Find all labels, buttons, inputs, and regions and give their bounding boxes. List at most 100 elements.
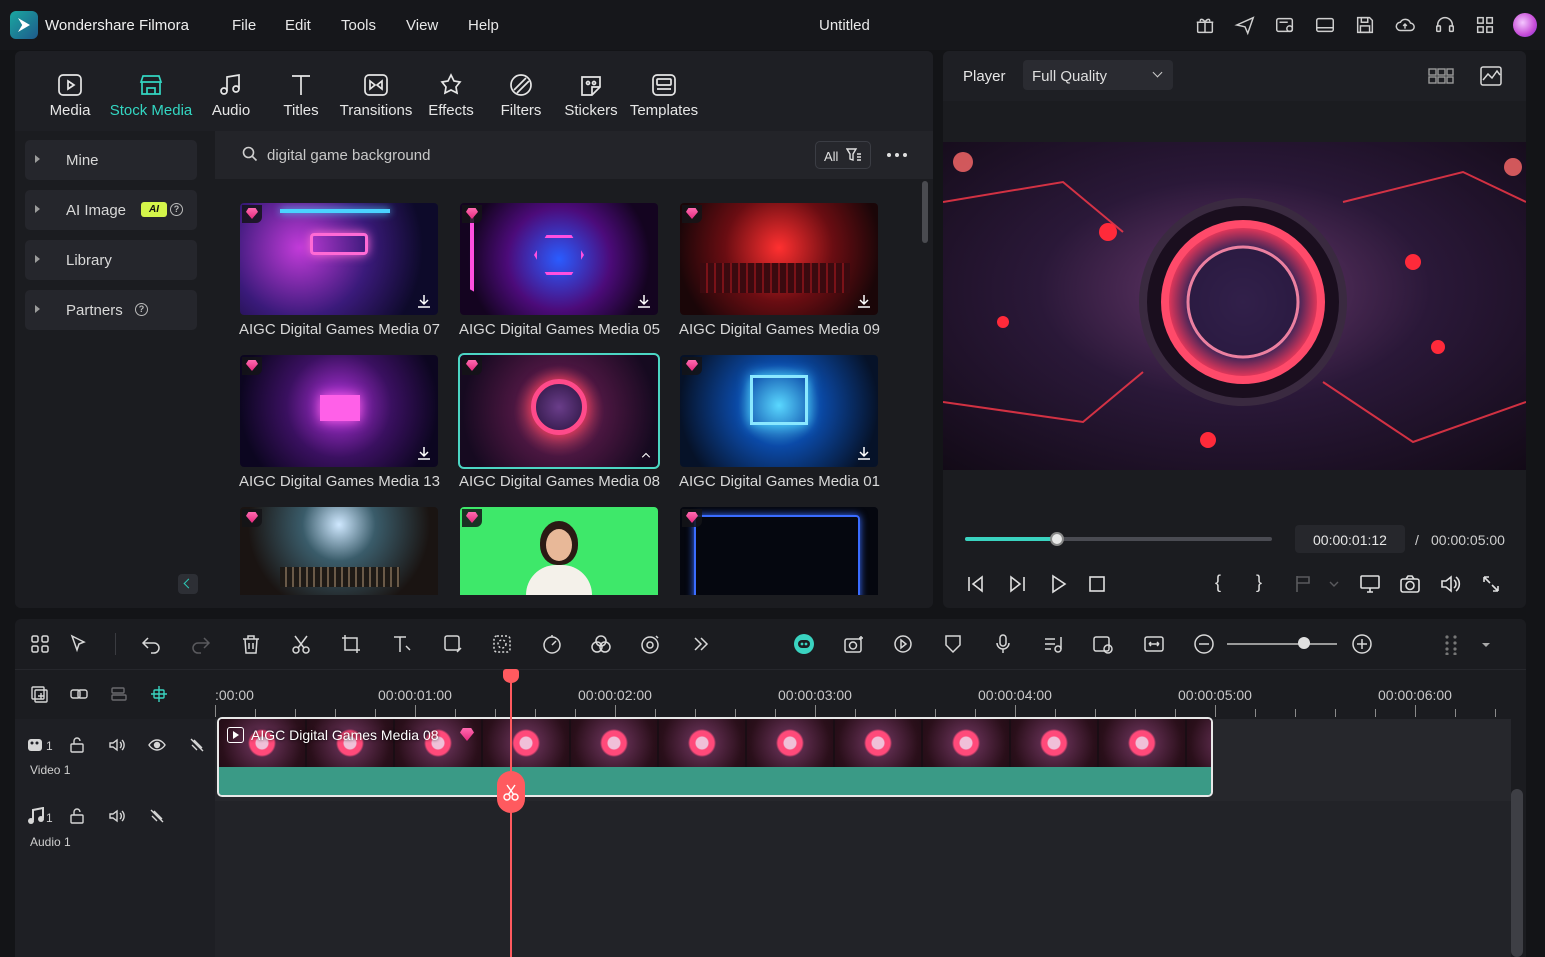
media-thumbnail[interactable] bbox=[680, 203, 878, 315]
audio-mixer-icon[interactable] bbox=[1042, 633, 1064, 655]
track-settings-icon[interactable] bbox=[188, 736, 206, 754]
waveform-scope-icon[interactable] bbox=[1479, 65, 1503, 87]
quality-dropdown[interactable]: Full Quality bbox=[1023, 60, 1173, 90]
sidebar-item-mine[interactable]: Mine bbox=[25, 140, 197, 180]
collapse-sidebar-button[interactable] bbox=[178, 574, 198, 594]
playhead[interactable] bbox=[510, 675, 512, 957]
tab-titles[interactable]: Titles bbox=[279, 51, 323, 131]
display-settings-button[interactable] bbox=[1359, 573, 1381, 595]
tab-media[interactable]: Media bbox=[44, 51, 96, 131]
track-settings-icon[interactable] bbox=[148, 807, 166, 825]
track-layout-icon[interactable] bbox=[110, 685, 128, 703]
color-icon[interactable] bbox=[590, 633, 612, 655]
playhead-handle[interactable] bbox=[503, 669, 519, 683]
volume-button[interactable] bbox=[1439, 573, 1461, 595]
download-icon[interactable] bbox=[856, 445, 872, 461]
media-thumbnail-selected[interactable] bbox=[458, 353, 660, 469]
split-scissors-icon[interactable] bbox=[290, 633, 312, 655]
crop-icon[interactable] bbox=[340, 633, 362, 655]
mark-shield-icon[interactable] bbox=[942, 633, 964, 655]
tab-stickers[interactable]: Stickers bbox=[564, 51, 618, 131]
delete-icon[interactable] bbox=[240, 633, 262, 655]
split-at-playhead-button[interactable] bbox=[497, 771, 525, 813]
undo-icon[interactable] bbox=[140, 633, 162, 655]
render-preview-icon[interactable] bbox=[892, 633, 914, 655]
play-button[interactable] bbox=[1047, 573, 1069, 595]
mark-out-button[interactable]: } bbox=[1256, 572, 1262, 593]
media-thumbnail[interactable] bbox=[680, 355, 878, 467]
send-icon[interactable] bbox=[1234, 14, 1256, 36]
sidebar-item-partners[interactable]: Partners ? bbox=[25, 290, 197, 330]
tab-effects[interactable]: Effects bbox=[427, 51, 475, 131]
gift-icon[interactable] bbox=[1194, 14, 1216, 36]
more-options-button[interactable] bbox=[885, 145, 909, 165]
link-icon[interactable] bbox=[70, 685, 88, 703]
grip-icon[interactable] bbox=[1440, 633, 1462, 656]
filter-button[interactable]: All bbox=[815, 141, 871, 169]
tab-filters[interactable]: Filters bbox=[499, 51, 543, 131]
record-voiceover-icon[interactable] bbox=[992, 633, 1014, 655]
prev-frame-button[interactable] bbox=[965, 573, 987, 595]
zoom-in-icon[interactable] bbox=[1351, 633, 1373, 655]
ai-copilot-icon[interactable] bbox=[793, 633, 815, 655]
mute-icon[interactable] bbox=[108, 736, 126, 754]
fullscreen-button[interactable] bbox=[1480, 573, 1502, 595]
redo-icon[interactable] bbox=[190, 633, 212, 655]
ai-cutout-icon[interactable] bbox=[491, 633, 513, 655]
download-icon[interactable] bbox=[856, 293, 872, 309]
current-time-field[interactable]: 00:00:01:12 bbox=[1295, 525, 1405, 553]
text-tool-icon[interactable] bbox=[391, 633, 413, 655]
sidebar-item-library[interactable]: Library bbox=[25, 240, 197, 280]
menu-help[interactable]: Help bbox=[468, 17, 499, 34]
ai-tools-icon[interactable] bbox=[640, 633, 662, 655]
layout-icon[interactable] bbox=[1314, 14, 1336, 36]
zoom-slider[interactable] bbox=[1227, 643, 1337, 645]
media-thumbnail[interactable] bbox=[240, 355, 438, 467]
menu-edit[interactable]: Edit bbox=[285, 17, 311, 34]
lock-icon[interactable] bbox=[68, 736, 86, 754]
timeline-ruler[interactable]: :00:00 00:00:01:00 00:00:02:00 00:00:03:00 0… bbox=[215, 679, 1515, 719]
mark-in-button[interactable]: { bbox=[1215, 572, 1221, 593]
chevron-up-icon[interactable] bbox=[640, 449, 652, 461]
media-thumbnail[interactable] bbox=[460, 507, 658, 595]
media-thumbnail[interactable] bbox=[460, 203, 658, 315]
help-icon[interactable]: ? bbox=[135, 303, 148, 316]
caret-down-icon[interactable] bbox=[1475, 633, 1490, 655]
next-frame-button[interactable] bbox=[1006, 573, 1028, 595]
marker-dropdown[interactable] bbox=[1323, 573, 1339, 595]
projects-icon[interactable] bbox=[1274, 14, 1296, 36]
auto-enhance-icon[interactable] bbox=[843, 633, 865, 655]
help-icon[interactable]: ? bbox=[170, 203, 183, 216]
timeline-scrollbar[interactable] bbox=[1511, 789, 1523, 957]
download-icon[interactable] bbox=[636, 293, 652, 309]
shape-mask-icon[interactable] bbox=[442, 633, 464, 655]
download-icon[interactable] bbox=[416, 293, 432, 309]
apps-icon[interactable] bbox=[1474, 14, 1496, 36]
support-icon[interactable] bbox=[1434, 14, 1456, 36]
zoom-slider-handle[interactable] bbox=[1298, 637, 1310, 649]
menu-file[interactable]: File bbox=[232, 17, 256, 34]
tab-transitions[interactable]: Transitions bbox=[339, 51, 413, 131]
menu-tools[interactable]: Tools bbox=[341, 17, 376, 34]
mute-icon[interactable] bbox=[108, 807, 126, 825]
avatar[interactable] bbox=[1513, 13, 1537, 37]
speed-icon[interactable] bbox=[541, 633, 563, 655]
sidebar-item-ai-image[interactable]: AI Image AI ? bbox=[25, 190, 197, 230]
menu-view[interactable]: View bbox=[406, 17, 438, 34]
cloud-icon[interactable] bbox=[1394, 14, 1416, 36]
stop-button[interactable] bbox=[1086, 573, 1108, 595]
media-thumbnail[interactable] bbox=[680, 507, 878, 595]
visibility-eye-icon[interactable] bbox=[148, 736, 166, 754]
tab-templates[interactable]: Templates bbox=[629, 51, 699, 131]
fit-timeline-icon[interactable] bbox=[1143, 633, 1165, 655]
playback-progress-bar[interactable] bbox=[965, 532, 1272, 546]
add-track-icon[interactable] bbox=[30, 685, 48, 703]
video-clip[interactable]: AIGC Digital Games Media 08 bbox=[217, 717, 1213, 797]
marker-button[interactable] bbox=[1292, 573, 1314, 595]
layout-grid-icon[interactable] bbox=[29, 633, 51, 655]
zoom-out-icon[interactable] bbox=[1193, 633, 1215, 655]
tab-audio[interactable]: Audio bbox=[208, 51, 254, 131]
media-scrollbar[interactable] bbox=[922, 181, 928, 243]
lock-icon[interactable] bbox=[68, 807, 86, 825]
snapshot-button[interactable] bbox=[1399, 573, 1421, 595]
